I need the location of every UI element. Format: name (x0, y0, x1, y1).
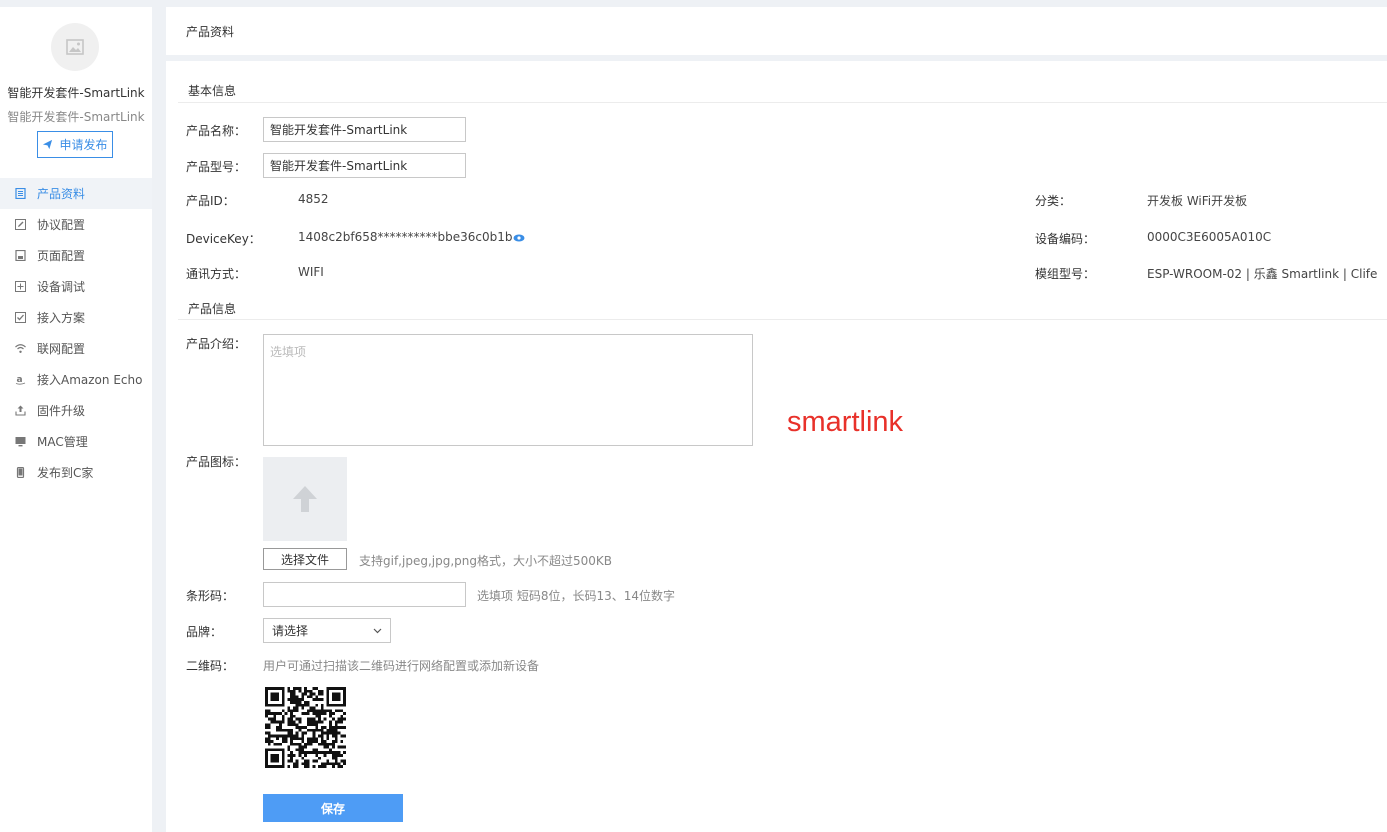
sidebar-item-page-config[interactable]: 页面配置 (0, 240, 152, 271)
sidebar-item-protocol[interactable]: 协议配置 (0, 209, 152, 240)
product-section-title: 产品信息 (188, 302, 237, 316)
checkbox-icon (15, 312, 26, 323)
product-name-label: 产品名称： (186, 124, 247, 138)
brand-label: 品牌： (186, 625, 223, 639)
icon-label: 产品图标： (186, 455, 247, 469)
devicekey-row: 1408c2bf658**********bbe36c0b1b (298, 230, 525, 244)
sidebar-item-label: 设备调试 (37, 280, 86, 294)
comm-label: 通讯方式： (186, 267, 247, 281)
sidebar-item-label: 协议配置 (37, 218, 86, 232)
image-placeholder-icon (66, 39, 84, 55)
amazon-icon: a (15, 374, 26, 385)
sidebar-item-publish-c[interactable]: 发布到C家 (0, 457, 152, 488)
qrcode-hint: 用户可通过扫描该二维码进行网络配置或添加新设备 (263, 659, 540, 673)
sidebar-item-network[interactable]: 联网配置 (0, 333, 152, 364)
barcode-label: 条形码： (186, 589, 235, 603)
module-value: ESP-WROOM-02 | 乐鑫 Smartlink | Clife (1147, 267, 1378, 281)
brand-select-value: 请选择 (272, 624, 309, 638)
intro-textarea[interactable]: 选填项 (263, 334, 753, 446)
publish-button-label: 申请发布 (59, 138, 108, 152)
smartlink-annotation: smartlink (787, 406, 904, 438)
page-title: 产品资料 (186, 25, 235, 39)
sidebar-item-label: 页面配置 (37, 249, 86, 263)
devicekey-value: 1408c2bf658**********bbe36c0b1b (298, 230, 513, 244)
debug-icon (15, 281, 26, 292)
sidebar-item-amazon-echo[interactable]: a 接入Amazon Echo (0, 364, 152, 395)
product-subname: 智能开发套件-SmartLink (7, 110, 145, 124)
sidebar-item-firmware[interactable]: 固件升级 (0, 395, 152, 426)
product-model-label: 产品型号： (186, 160, 247, 174)
device-code-value: 0000C3E6005A010C (1147, 230, 1272, 244)
category-label: 分类： (1035, 194, 1072, 208)
save-button[interactable]: 保存 (263, 794, 403, 822)
sidebar-item-label: 发布到C家 (37, 466, 94, 480)
icon-upload-area[interactable] (263, 457, 347, 541)
sidebar-item-label: 接入方案 (37, 311, 86, 325)
qr-code-image (265, 687, 346, 768)
product-name: 智能开发套件-SmartLink (7, 86, 145, 100)
basic-section-divider (178, 102, 1387, 103)
comm-value: WIFI (298, 265, 324, 279)
intro-label: 产品介绍： (186, 337, 247, 351)
publish-button[interactable]: 申请发布 (37, 131, 113, 158)
sidebar-item-label: 产品资料 (37, 187, 86, 201)
sidebar-item-label: 固件升级 (37, 404, 86, 418)
choose-file-button[interactable]: 选择文件 (263, 548, 347, 570)
page-header: 产品资料 (166, 7, 1387, 55)
sidebar: 智能开发套件-SmartLink 智能开发套件-SmartLink 申请发布 产… (0, 7, 152, 832)
barcode-hint: 选填项 短码8位，长码13、14位数字 (477, 589, 675, 603)
product-name-input[interactable]: 智能开发套件-SmartLink (263, 117, 466, 142)
basic-section-title: 基本信息 (188, 84, 237, 98)
product-model-input[interactable]: 智能开发套件-SmartLink (263, 153, 466, 178)
product-id-value: 4852 (298, 192, 329, 206)
sidebar-item-label: 联网配置 (37, 342, 86, 356)
devicekey-label: DeviceKey： (186, 232, 261, 246)
main-panel: 基本信息 产品名称： 智能开发套件-SmartLink 产品型号： 智能开发套件… (166, 61, 1387, 832)
chevron-down-icon (373, 628, 382, 633)
brand-select[interactable]: 请选择 (263, 618, 391, 643)
upload-icon (15, 405, 26, 416)
arrow-up-icon (293, 486, 317, 512)
phone-icon (15, 467, 26, 478)
device-code-label: 设备编码： (1035, 232, 1096, 246)
sidebar-item-access-plan[interactable]: 接入方案 (0, 302, 152, 333)
sidebar-item-product-info[interactable]: 产品资料 (0, 178, 152, 209)
module-label: 模组型号： (1035, 267, 1096, 281)
product-id-label: 产品ID： (186, 194, 235, 208)
product-avatar (51, 23, 99, 71)
sidebar-item-debug[interactable]: 设备调试 (0, 271, 152, 302)
barcode-input[interactable] (263, 582, 466, 607)
sidebar-menu: 产品资料 协议配置 页面配置 设备调试 接入方案 联网配置 a 接入Amazon… (0, 178, 152, 488)
send-icon (43, 139, 53, 150)
sidebar-item-label: 接入Amazon Echo (37, 373, 143, 387)
page-icon (15, 250, 26, 261)
document-icon (15, 188, 26, 199)
eye-icon[interactable] (513, 234, 525, 242)
file-hint: 支持gif,jpeg,jpg,png格式，大小不超过500KB (359, 554, 612, 568)
sidebar-item-label: MAC管理 (37, 435, 88, 449)
edit-icon (15, 219, 26, 230)
category-value: 开发板 WiFi开发板 (1147, 194, 1248, 208)
qrcode-label: 二维码： (186, 659, 235, 673)
monitor-icon (15, 436, 26, 447)
product-section-divider (178, 319, 1387, 320)
sidebar-item-mac[interactable]: MAC管理 (0, 426, 152, 457)
wifi-icon (15, 343, 26, 354)
